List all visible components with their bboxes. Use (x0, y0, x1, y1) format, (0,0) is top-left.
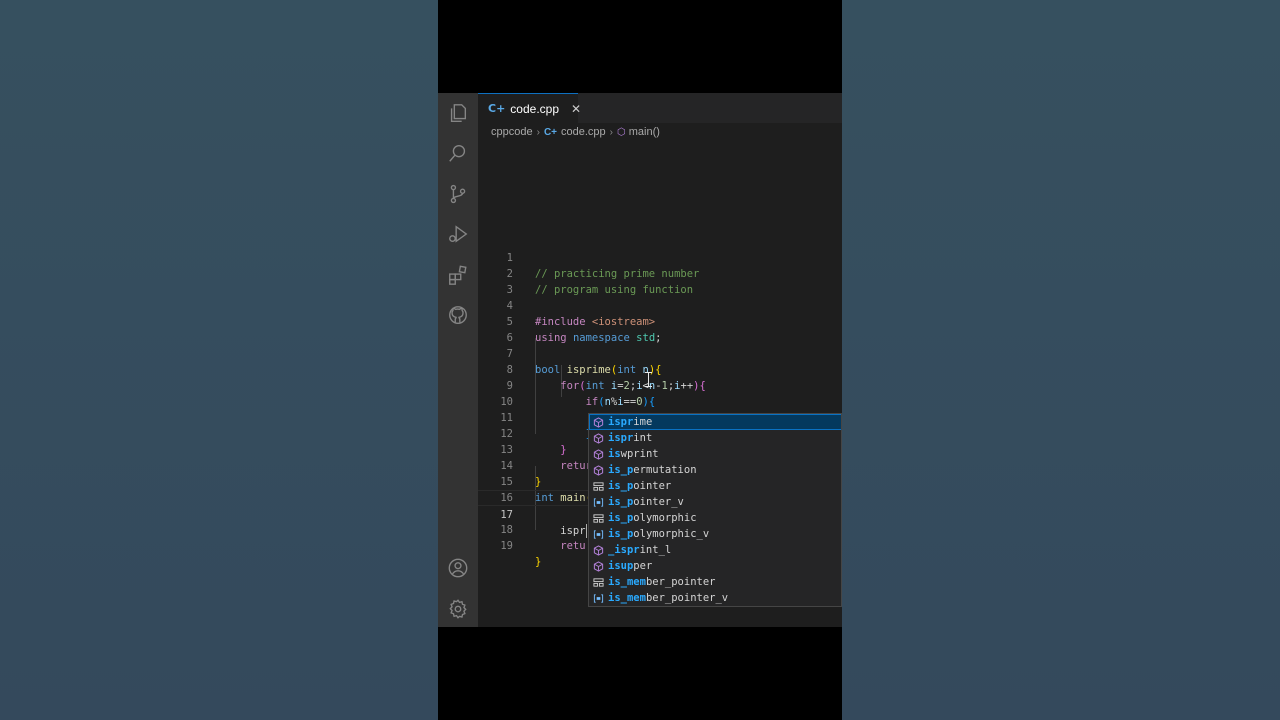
class-structure-icon (592, 576, 604, 588)
suggestion-item[interactable]: iswprint (589, 446, 841, 462)
breadcrumb-file[interactable]: code.cpp (561, 126, 606, 138)
method-cube-icon (592, 464, 604, 476)
close-icon[interactable]: ✕ (571, 102, 581, 116)
variable-icon (592, 496, 604, 508)
activity-bar (438, 93, 478, 627)
suggestion-label: isprint (608, 432, 653, 444)
class-structure-icon (592, 512, 604, 524)
suggestion-label: is_polymorphic (608, 512, 697, 524)
method-cube-icon (592, 432, 604, 444)
account-icon[interactable] (446, 556, 470, 580)
chevron-right-icon: › (536, 126, 540, 138)
suggestion-label: iswprint (608, 448, 659, 460)
code-line: } (535, 556, 542, 568)
source-control-icon[interactable] (446, 182, 470, 206)
suggestion-item[interactable]: is_pointer (589, 478, 841, 494)
method-cube-icon (592, 416, 604, 428)
extensions-icon[interactable] (446, 263, 470, 287)
run-debug-icon[interactable] (446, 222, 470, 246)
cpp-file-icon: C+ (488, 102, 506, 115)
line-number: 19 (500, 540, 513, 552)
search-icon[interactable] (446, 141, 470, 165)
breadcrumb-symbol[interactable]: main() (629, 126, 660, 138)
suggestion-label: is_pointer (608, 480, 672, 492)
chevron-right-icon: › (609, 126, 613, 138)
tab-code-cpp[interactable]: C+ code.cpp ✕ (478, 93, 581, 123)
explorer-icon[interactable] (446, 101, 470, 125)
variable-icon (592, 592, 604, 604)
suggestion-item[interactable]: isprint (589, 430, 841, 446)
suggestion-item[interactable]: is_polymorphic (589, 510, 841, 526)
suggestion-label: is_permutation (608, 464, 697, 476)
suggestion-item[interactable]: is_pointer_v (589, 494, 841, 510)
class-structure-icon (592, 480, 604, 492)
mouse-ibeam-cursor (645, 372, 653, 387)
settings-gear-icon[interactable] (446, 597, 470, 621)
suggestion-label: is_member_pointer_v (608, 592, 729, 604)
method-cube-icon (592, 544, 604, 556)
method-cube-icon: ⬡ (617, 126, 626, 138)
github-icon[interactable] (446, 303, 470, 327)
code-line: retu (535, 540, 586, 552)
breadcrumb: cppcode › C+ code.cpp › ⬡ main() (478, 123, 842, 141)
editor-tab-bar: C+ code.cpp ✕ (478, 93, 842, 123)
suggestion-label: _isprint_l (608, 544, 672, 556)
page-background-left (0, 0, 438, 720)
method-cube-icon (592, 560, 604, 572)
suggestion-label: is_member_pointer (608, 576, 716, 588)
cpp-file-icon: C+ (543, 126, 557, 138)
breadcrumb-folder[interactable]: cppcode (491, 126, 533, 138)
autocomplete-suggestions[interactable]: isprime isprint iswprint is_permutation is_p… (588, 413, 842, 607)
suggestion-item[interactable]: is_polymorphic_v (589, 526, 841, 542)
suggestion-item[interactable]: is_permutation (589, 462, 841, 478)
suggestion-label: is_polymorphic_v (608, 528, 710, 540)
suggestion-item[interactable]: _isprint_l (589, 542, 841, 558)
suggestion-item[interactable]: is_member_pointer_v (589, 590, 841, 606)
variable-icon (592, 528, 604, 540)
page-background-right (842, 0, 1280, 720)
suggestion-label: isprime (608, 416, 653, 428)
suggestion-item[interactable]: isupper (589, 558, 841, 574)
suggestion-label: is_pointer_v (608, 496, 684, 508)
tab-label: code.cpp (510, 101, 559, 116)
suggestion-label: isupper (608, 560, 653, 572)
suggestion-item[interactable]: isprime (589, 414, 841, 430)
suggestion-item[interactable]: is_member_pointer (589, 574, 841, 590)
method-cube-icon (592, 448, 604, 460)
